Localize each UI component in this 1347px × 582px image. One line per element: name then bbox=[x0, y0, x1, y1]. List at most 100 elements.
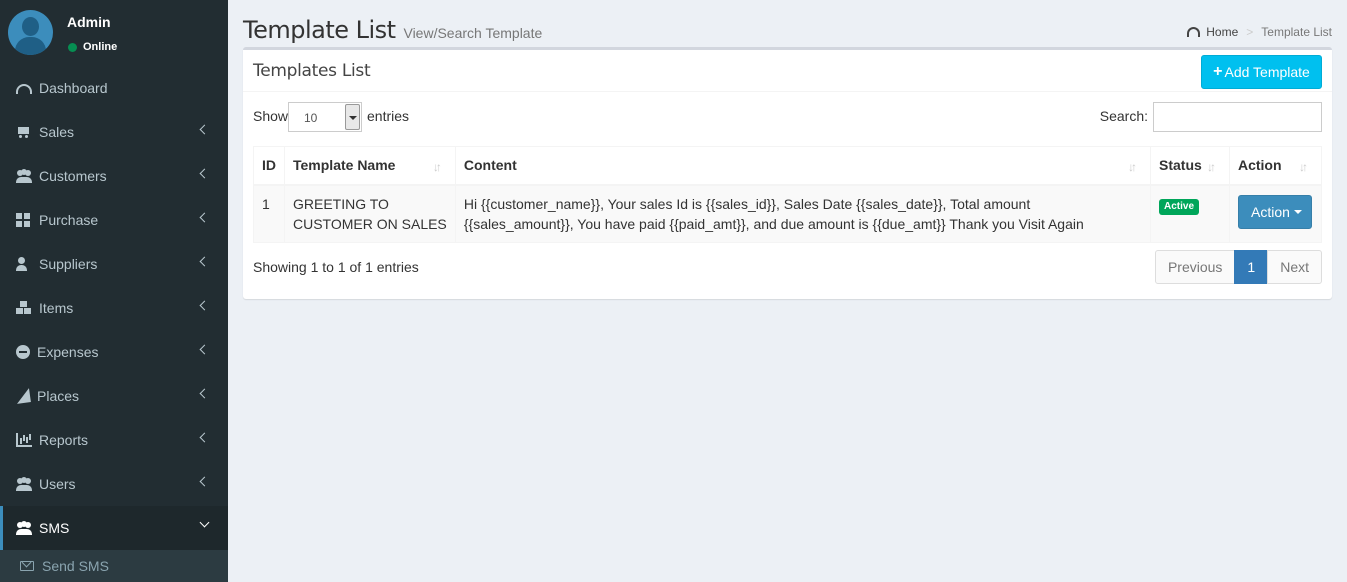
chevron-left-icon bbox=[199, 432, 210, 443]
chevron-left-icon bbox=[199, 300, 210, 311]
cell-action: Action bbox=[1228, 184, 1323, 243]
search-label: Search: bbox=[1099, 108, 1148, 124]
user-plus-icon bbox=[16, 257, 32, 271]
breadcrumb-separator: > bbox=[1246, 25, 1254, 39]
pagination: Previous 1 Next bbox=[1154, 250, 1322, 284]
entries-select[interactable]: 10 bbox=[288, 102, 362, 132]
search-input[interactable] bbox=[1153, 102, 1322, 132]
sidebar-item-customers[interactable]: Customers bbox=[0, 154, 228, 198]
sort-icon bbox=[1299, 158, 1313, 172]
pagination-previous[interactable]: Previous bbox=[1154, 250, 1236, 284]
grid-icon bbox=[16, 213, 32, 227]
sidebar-item-sms[interactable]: SMS bbox=[0, 506, 228, 550]
sidebar-item-label: SMS bbox=[39, 520, 70, 536]
templates-box: Templates List + Add Template Show 10 en… bbox=[243, 47, 1332, 299]
cell-status: Active bbox=[1150, 184, 1230, 243]
show-label: Show bbox=[253, 108, 289, 124]
add-template-label: Add Template bbox=[1224, 64, 1310, 80]
envelope-icon bbox=[20, 561, 34, 571]
column-header-action[interactable]: Action bbox=[1228, 146, 1323, 186]
box-title: Templates List bbox=[253, 61, 371, 81]
user-panel: Admin Online bbox=[0, 0, 228, 66]
table-row: 1 GREETING TO CUSTOMER ON SALES Hi {{cus… bbox=[253, 184, 1323, 243]
sidebar-item-label: Purchase bbox=[39, 212, 99, 228]
templates-table: ID Template Name Content Status Action 1… bbox=[253, 146, 1323, 243]
sidebar-item-label: Sales bbox=[39, 124, 75, 140]
action-button-label: Action bbox=[1250, 203, 1290, 220]
breadcrumb-current: Template List bbox=[1261, 25, 1332, 39]
entries-label: entries bbox=[367, 108, 410, 124]
chevron-left-icon bbox=[199, 476, 210, 487]
table-header-row: ID Template Name Content Status Action bbox=[253, 146, 1323, 186]
sidebar-item-label: Dashboard bbox=[39, 80, 108, 96]
cell-template-name: GREETING TO CUSTOMER ON SALES bbox=[284, 184, 456, 243]
users-icon bbox=[16, 169, 32, 183]
sidebar-item-suppliers[interactable]: Suppliers bbox=[0, 242, 228, 286]
sidebar-item-label: Users bbox=[39, 476, 76, 492]
content-header: Template List View/Search Template Home … bbox=[243, 16, 1332, 46]
cell-id: 1 bbox=[253, 184, 285, 243]
sidebar-item-expenses[interactable]: Expenses bbox=[0, 330, 228, 374]
chevron-left-icon bbox=[199, 168, 210, 179]
breadcrumb: Home > Template List bbox=[1187, 25, 1332, 39]
dashboard-icon bbox=[16, 84, 32, 94]
sort-icon bbox=[1128, 158, 1142, 172]
sidebar-subitem-label: Send SMS bbox=[42, 558, 109, 574]
user-status: Online bbox=[68, 41, 117, 53]
column-header-content[interactable]: Content bbox=[454, 146, 1152, 186]
sidebar-item-items[interactable]: Items bbox=[0, 286, 228, 330]
table-info: Showing 1 to 1 of 1 entries bbox=[253, 259, 419, 275]
sort-icon bbox=[433, 158, 447, 172]
chevron-left-icon bbox=[199, 124, 210, 135]
page-title: Template List bbox=[243, 16, 396, 44]
sidebar-item-label: Suppliers bbox=[39, 256, 98, 272]
dropdown-arrow-icon bbox=[345, 104, 360, 130]
status-badge: Active bbox=[1159, 198, 1200, 215]
chevron-left-icon bbox=[199, 212, 210, 223]
minus-circle-icon bbox=[16, 345, 30, 359]
column-header-template-name[interactable]: Template Name bbox=[284, 146, 456, 186]
action-dropdown-button[interactable]: Action bbox=[1237, 194, 1312, 229]
caret-down-icon bbox=[1293, 209, 1302, 214]
pagination-page[interactable]: 1 bbox=[1234, 250, 1269, 284]
user-name: Admin bbox=[67, 14, 111, 30]
add-template-button[interactable]: + Add Template bbox=[1201, 55, 1322, 89]
sidebar-item-label: Expenses bbox=[37, 344, 99, 360]
avatar bbox=[8, 10, 53, 55]
sidebar-item-reports[interactable]: Reports bbox=[0, 418, 228, 462]
box-header: Templates List + Add Template bbox=[243, 50, 1332, 92]
sidebar-subitem-send-sms[interactable]: Send SMS bbox=[0, 550, 228, 582]
sidebar: Admin Online Dashboard Sales Customers P… bbox=[0, 0, 228, 582]
user-status-label: Online bbox=[83, 41, 118, 53]
chevron-down-icon bbox=[199, 517, 210, 528]
online-status-icon bbox=[68, 42, 77, 52]
column-header-status[interactable]: Status bbox=[1150, 146, 1230, 186]
cell-content: Hi {{customer_name}}, Your sales Id is {… bbox=[454, 184, 1152, 243]
sidebar-item-label: Places bbox=[37, 388, 80, 404]
sidebar-item-dashboard[interactable]: Dashboard bbox=[0, 66, 228, 110]
cubes-icon bbox=[16, 301, 32, 315]
table-controls: Show 10 entries Search: bbox=[253, 102, 1322, 132]
breadcrumb-home-link[interactable]: Home bbox=[1206, 25, 1238, 39]
sidebar-item-places[interactable]: Places bbox=[0, 374, 228, 418]
cart-icon bbox=[16, 125, 32, 139]
pagination-next[interactable]: Next bbox=[1267, 250, 1322, 284]
chevron-left-icon bbox=[199, 388, 210, 399]
users-icon bbox=[16, 477, 32, 491]
plus-icon: + bbox=[1213, 63, 1223, 80]
sidebar-item-label: Customers bbox=[39, 168, 107, 184]
sidebar-item-label: Reports bbox=[39, 432, 89, 448]
sort-icon bbox=[1207, 158, 1221, 172]
users-icon bbox=[16, 521, 32, 535]
sidebar-item-purchase[interactable]: Purchase bbox=[0, 198, 228, 242]
dashboard-icon bbox=[1187, 27, 1201, 37]
sidebar-item-label: Items bbox=[39, 300, 74, 316]
entries-select-value: 10 bbox=[304, 111, 318, 125]
column-header-id[interactable]: ID bbox=[253, 146, 285, 186]
page-subtitle: View/Search Template bbox=[403, 25, 543, 41]
sidebar-item-sales[interactable]: Sales bbox=[0, 110, 228, 154]
sidebar-menu: Dashboard Sales Customers Purchase Suppl… bbox=[0, 66, 228, 582]
sidebar-item-users[interactable]: Users bbox=[0, 462, 228, 506]
paper-plane-icon bbox=[15, 388, 31, 404]
chevron-left-icon bbox=[199, 256, 210, 267]
